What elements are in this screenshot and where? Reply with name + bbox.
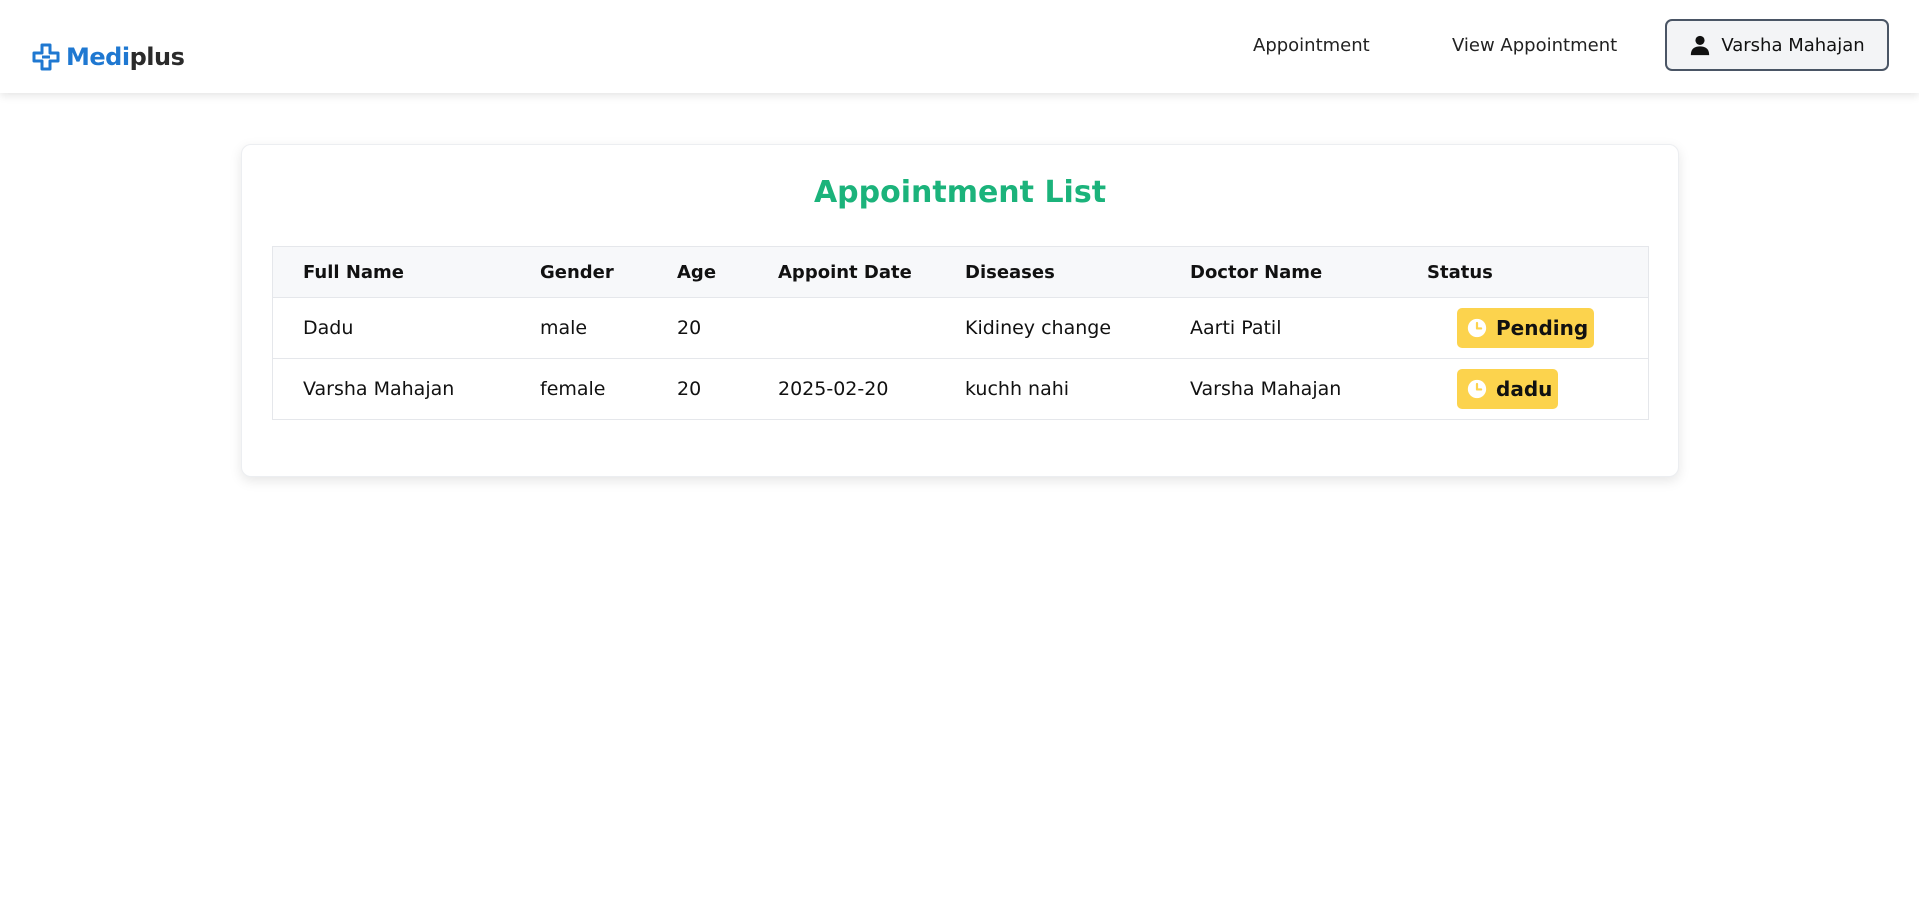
column-header-appoint-date: Appoint Date [778,246,965,298]
status-badge: dadu [1457,369,1559,409]
top-navbar: Mediplus Appointment View Appointment Va… [0,0,1919,93]
table-header-row: Full Name Gender Age Appoint Date Diseas… [272,246,1649,298]
column-header-gender: Gender [540,246,677,298]
cell-age: 20 [677,317,702,339]
table-row: Varsha Mahajan female 20 2025-02-20 kuch… [272,359,1649,420]
status-badge-label: dadu [1496,377,1553,401]
table-row: Dadu male 20 Kidiney change Aarti Patil … [272,298,1649,359]
column-header-age: Age [677,246,778,298]
cell-diseases: Kidiney change [965,317,1112,339]
cell-appoint-date [778,298,965,359]
cell-gender: female [540,378,606,400]
page-title: Appointment List [813,175,1107,210]
brand-name: Mediplus [66,43,185,71]
status-badge: Pending [1457,308,1595,348]
appointments-table: Full Name Gender Age Appoint Date Diseas… [272,246,1649,420]
status-badge-label: Pending [1496,316,1589,340]
clock-icon [1467,318,1487,338]
cell-full-name: Dadu [303,317,354,339]
cell-diseases: kuchh nahi [965,378,1070,400]
nav-link-view-appointment[interactable]: View Appointment [1452,34,1617,58]
cell-gender: male [540,317,588,339]
user-profile-button[interactable]: Varsha Mahajan [1665,19,1889,71]
cell-full-name: Varsha Mahajan [303,378,455,400]
nav-link-appointment[interactable]: Appointment [1253,34,1370,58]
column-header-doctor-name: Doctor Name [1190,246,1427,298]
column-header-full-name: Full Name [272,246,540,298]
medical-cross-icon [32,43,60,71]
cell-appoint-date: 2025-02-20 [778,378,889,400]
user-name: Varsha Mahajan [1721,34,1865,56]
cell-status: Pending [1427,298,1649,359]
brand-name-part2: plus [129,43,185,71]
appointment-list-card: Appointment List Full Name Gender Age Ap… [241,144,1679,477]
brand-name-part1: Medi [66,43,130,71]
cell-status: dadu [1427,359,1649,420]
cell-doctor-name: Varsha Mahajan [1190,378,1342,400]
brand-logo[interactable]: Mediplus [32,40,185,74]
column-header-diseases: Diseases [965,246,1190,298]
cell-doctor-name: Aarti Patil [1190,317,1282,339]
cell-age: 20 [677,378,702,400]
user-icon [1691,35,1710,56]
clock-icon [1467,379,1487,399]
column-header-status: Status [1427,246,1649,298]
